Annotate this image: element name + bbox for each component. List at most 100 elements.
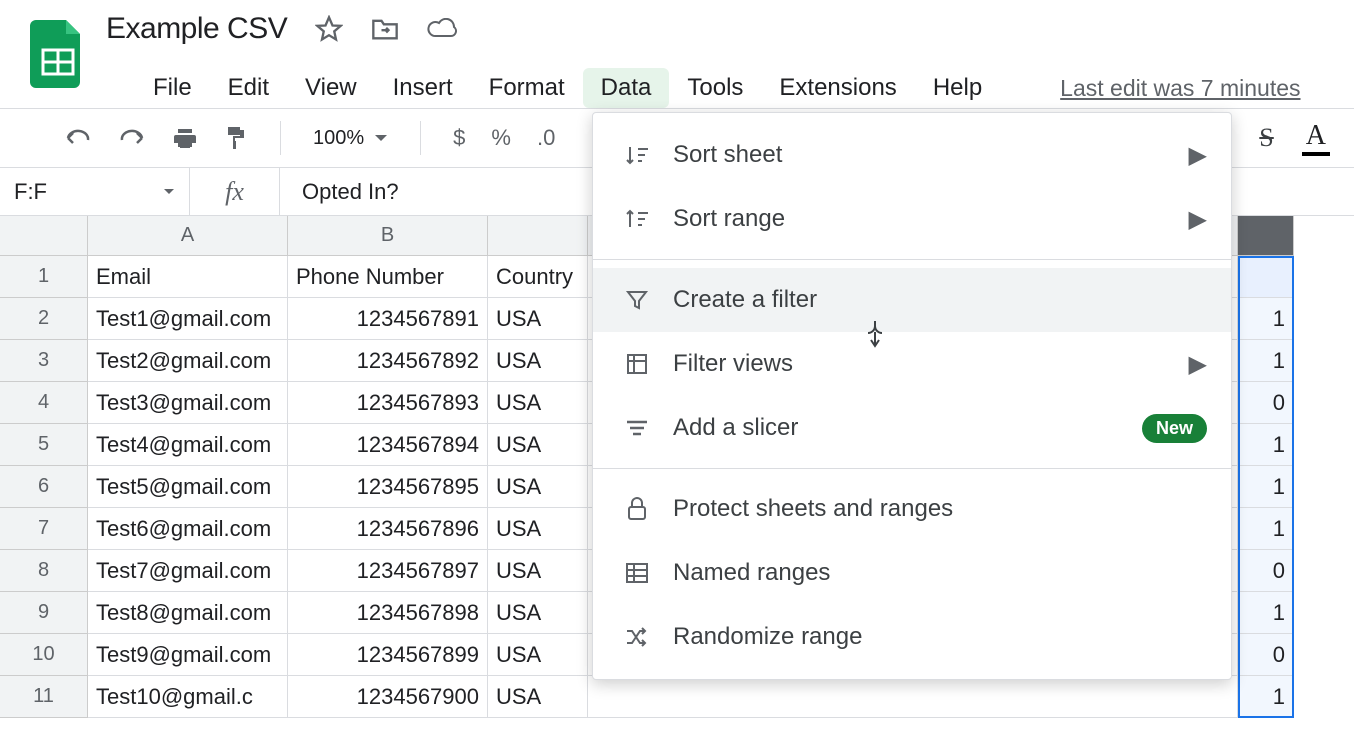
new-badge: New (1142, 414, 1207, 443)
cell[interactable]: 1234567895 (288, 466, 488, 508)
last-edit-link[interactable]: Last edit was 7 minutes (1060, 75, 1300, 102)
cloud-status-icon[interactable] (427, 18, 457, 40)
cell[interactable]: USA (488, 424, 588, 466)
cell[interactable]: Test9@gmail.com (88, 634, 288, 676)
cell[interactable]: 0 (1238, 634, 1294, 676)
menu-format[interactable]: Format (471, 68, 583, 108)
cell[interactable]: 1 (1238, 508, 1294, 550)
cell[interactable]: 1234567898 (288, 592, 488, 634)
row-header[interactable]: 3 (0, 340, 88, 382)
cell[interactable]: USA (488, 676, 588, 718)
cell[interactable]: 1 (1238, 466, 1294, 508)
cell[interactable] (1238, 256, 1294, 298)
menu-tools[interactable]: Tools (669, 68, 761, 108)
menu-data[interactable]: Data (583, 68, 670, 108)
formula-input[interactable]: Opted In? (280, 179, 399, 205)
cell[interactable]: Test4@gmail.com (88, 424, 288, 466)
col-header-B[interactable]: B (288, 216, 488, 256)
cell[interactable]: Test5@gmail.com (88, 466, 288, 508)
row-header[interactable]: 2 (0, 298, 88, 340)
menu-create-filter[interactable]: Create a filter (593, 268, 1231, 332)
row-header[interactable]: 1 (0, 256, 88, 298)
cell[interactable]: 1 (1238, 424, 1294, 466)
format-decimal-button[interactable]: .0 (537, 125, 555, 151)
row-header[interactable]: 5 (0, 424, 88, 466)
paint-format-icon[interactable] (224, 125, 248, 151)
redo-icon[interactable] (118, 128, 146, 148)
undo-icon[interactable] (64, 128, 92, 148)
cell[interactable]: Test2@gmail.com (88, 340, 288, 382)
col-header-F[interactable] (1238, 216, 1294, 256)
cell[interactable]: Test6@gmail.com (88, 508, 288, 550)
menu-protect-sheets[interactable]: Protect sheets and ranges (593, 477, 1231, 541)
cell[interactable]: USA (488, 550, 588, 592)
print-icon[interactable] (172, 126, 198, 150)
select-all-corner[interactable] (0, 216, 88, 256)
move-folder-icon[interactable] (371, 17, 399, 41)
cell[interactable]: Country (488, 256, 588, 298)
cell[interactable]: 1234567894 (288, 424, 488, 466)
cell[interactable]: USA (488, 298, 588, 340)
menu-file[interactable]: File (135, 68, 210, 108)
col-header-A[interactable]: A (88, 216, 288, 256)
strikethrough-icon[interactable]: S (1259, 123, 1273, 153)
cell[interactable]: USA (488, 634, 588, 676)
menu-sort-range[interactable]: Sort range ▶ (593, 187, 1231, 251)
cell[interactable]: Test8@gmail.com (88, 592, 288, 634)
row-header[interactable]: 9 (0, 592, 88, 634)
menu-filter-views[interactable]: Filter views ▶ (593, 332, 1231, 396)
row-header[interactable]: 10 (0, 634, 88, 676)
cell[interactable]: Test3@gmail.com (88, 382, 288, 424)
menu-randomize-range[interactable]: Randomize range (593, 605, 1231, 669)
star-icon[interactable] (315, 15, 343, 43)
row-header[interactable]: 11 (0, 676, 88, 718)
cell[interactable]: USA (488, 508, 588, 550)
format-percent-button[interactable]: % (491, 125, 511, 151)
cell[interactable]: 1234567893 (288, 382, 488, 424)
sheets-logo-icon[interactable] (30, 20, 86, 76)
slicer-icon (617, 418, 657, 438)
cell[interactable]: 1 (1238, 592, 1294, 634)
menu-sort-sheet[interactable]: Sort sheet ▶ (593, 123, 1231, 187)
row-header[interactable]: 7 (0, 508, 88, 550)
cell[interactable]: USA (488, 340, 588, 382)
cell[interactable]: 0 (1238, 550, 1294, 592)
cell[interactable]: USA (488, 466, 588, 508)
cell[interactable]: 1234567896 (288, 508, 488, 550)
cell[interactable]: 1234567892 (288, 340, 488, 382)
row-header[interactable]: 6 (0, 466, 88, 508)
cell[interactable]: Test10@gmail.c (88, 676, 288, 718)
cell[interactable]: 1234567899 (288, 634, 488, 676)
name-box[interactable]: F:F (0, 168, 190, 215)
menu-add-slicer[interactable]: Add a slicer New (593, 396, 1231, 460)
cell[interactable] (588, 676, 1238, 718)
cell[interactable]: 1234567900 (288, 676, 488, 718)
cell[interactable]: USA (488, 592, 588, 634)
menu-help[interactable]: Help (915, 68, 1000, 108)
cell[interactable]: Email (88, 256, 288, 298)
row-header[interactable]: 4 (0, 382, 88, 424)
cell[interactable]: 1 (1238, 340, 1294, 382)
cell[interactable]: 1234567897 (288, 550, 488, 592)
cell[interactable]: Test1@gmail.com (88, 298, 288, 340)
menu-named-ranges[interactable]: Named ranges (593, 541, 1231, 605)
cell[interactable]: Test7@gmail.com (88, 550, 288, 592)
row-header[interactable]: 8 (0, 550, 88, 592)
menu-separator (593, 468, 1231, 469)
col-header-C[interactable] (488, 216, 588, 256)
cell[interactable]: 1 (1238, 298, 1294, 340)
cell[interactable]: 0 (1238, 382, 1294, 424)
cell[interactable]: Phone Number (288, 256, 488, 298)
menu-extensions[interactable]: Extensions (761, 68, 914, 108)
cell[interactable]: USA (488, 382, 588, 424)
format-currency-button[interactable]: $ (453, 125, 465, 151)
cell[interactable]: 1234567891 (288, 298, 488, 340)
text-color-icon[interactable]: A (1302, 120, 1330, 156)
data-menu-dropdown: Sort sheet ▶ Sort range ▶ Create a filte… (592, 112, 1232, 680)
zoom-select[interactable]: 100% (313, 127, 388, 150)
menu-view[interactable]: View (287, 68, 375, 108)
menu-edit[interactable]: Edit (210, 68, 287, 108)
document-title[interactable]: Example CSV (106, 12, 287, 46)
menu-insert[interactable]: Insert (375, 68, 471, 108)
cell[interactable]: 1 (1238, 676, 1294, 718)
